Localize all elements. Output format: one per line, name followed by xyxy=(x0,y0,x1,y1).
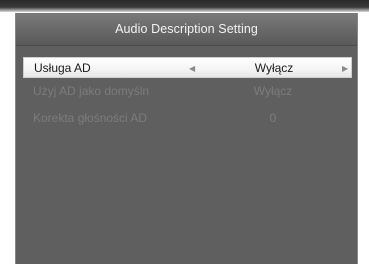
arrow-left-icon[interactable]: ◀ xyxy=(189,58,195,79)
setting-label: Usługa AD xyxy=(34,61,91,75)
dialog-header: Audio Description Setting xyxy=(16,13,357,46)
setting-value: 0 xyxy=(269,111,277,125)
setting-row-use-ad-default[interactable]: Użyj AD jako domyśln Wyłącz xyxy=(23,81,352,102)
setting-value: Wyłącz xyxy=(253,84,293,98)
audio-description-dialog: Audio Description Setting Usługa AD ◀ Wy… xyxy=(15,13,358,264)
tv-screen: Audio Description Setting Usługa AD ◀ Wy… xyxy=(0,0,369,264)
setting-label: Korekta głośności AD xyxy=(33,111,148,125)
arrow-right-icon[interactable]: ▶ xyxy=(342,58,348,79)
setting-label: Użyj AD jako domyśln xyxy=(33,84,150,98)
setting-row-ad-volume[interactable]: Korekta głośności AD 0 xyxy=(23,108,352,129)
top-bezel xyxy=(0,0,369,12)
dialog-title: Audio Description Setting xyxy=(115,22,258,36)
setting-row-ad-service[interactable]: Usługa AD ◀ Wyłącz ▶ xyxy=(23,57,352,78)
setting-value: Wyłącz xyxy=(254,61,294,75)
